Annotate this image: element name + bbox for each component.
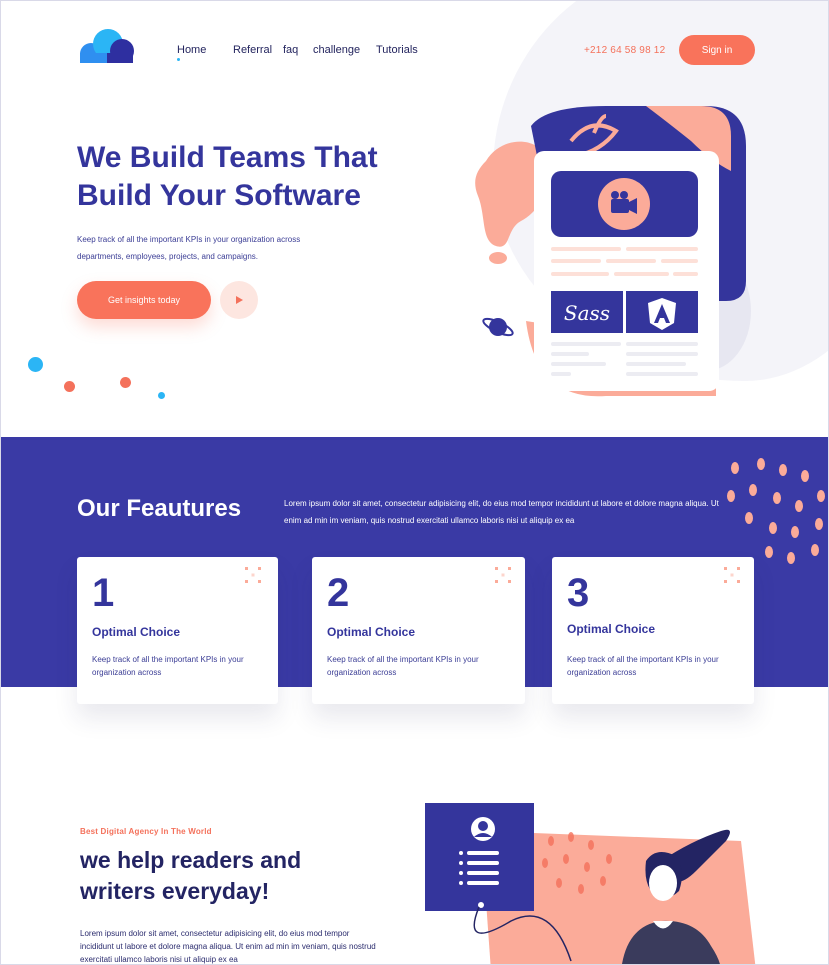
- main-nav: Home Referral faq challenge Tutorials: [177, 44, 418, 61]
- feature-card[interactable]: 1 Optimal Choice Keep track of all the i…: [77, 557, 278, 704]
- nav-faq[interactable]: faq: [283, 44, 313, 56]
- agency-eyebrow: Best Digital Agency In The World: [80, 827, 212, 836]
- decor-dot: [120, 377, 131, 388]
- feature-number: 1: [92, 571, 115, 615]
- decor-dot: [28, 357, 43, 372]
- play-video-button[interactable]: [220, 281, 258, 319]
- nav-challenge[interactable]: challenge: [313, 44, 376, 56]
- agency-illustration: [425, 803, 756, 964]
- hero-description: Keep track of all the important KPIs in …: [77, 235, 301, 261]
- feature-title: Optimal Choice: [92, 625, 181, 639]
- features-title: Our Feautures: [77, 495, 242, 522]
- nav-referral[interactable]: Referral: [233, 44, 283, 56]
- agency-description: Lorem ipsum dolor sit amet, consectetur …: [80, 929, 376, 964]
- play-icon: [236, 296, 243, 304]
- sass-logo-icon: Sass: [564, 301, 610, 325]
- agency-title: we help readers and writers everyday!: [80, 847, 302, 904]
- user-avatar-icon: [471, 817, 495, 841]
- feature-title: Optimal Choice: [327, 625, 416, 639]
- hero-title: We Build Teams That Build Your Software: [77, 141, 378, 212]
- decor-dot: [158, 392, 165, 399]
- feature-title: Optimal Choice: [567, 622, 656, 636]
- corner-dots-icon: [724, 567, 740, 583]
- feature-description: Keep track of all the important KPIs in …: [327, 655, 479, 677]
- nav-home[interactable]: Home: [177, 44, 233, 61]
- feature-description: Keep track of all the important KPIs in …: [92, 655, 244, 677]
- feature-description: Keep track of all the important KPIs in …: [567, 655, 719, 677]
- cloud-logo-icon[interactable]: [77, 29, 135, 65]
- corner-dots-icon: [245, 567, 261, 583]
- hero-illustration: Sass: [472, 106, 751, 397]
- feature-card[interactable]: 3 Optimal Choice Keep track of all the i…: [552, 557, 754, 704]
- get-insights-button[interactable]: Get insights today: [77, 281, 211, 319]
- feature-number: 2: [327, 571, 350, 615]
- nav-tutorials[interactable]: Tutorials: [376, 44, 418, 56]
- corner-dots-icon: [495, 567, 511, 583]
- feature-number: 3: [567, 571, 590, 615]
- sign-in-button[interactable]: Sign in: [679, 35, 755, 65]
- page: Home Referral faq challenge Tutorials +2…: [0, 0, 829, 965]
- features-description: Lorem ipsum dolor sit amet, consectetur …: [284, 499, 719, 525]
- phone-number[interactable]: +212 64 58 98 12: [584, 45, 665, 56]
- decor-dot: [64, 381, 75, 392]
- feature-card[interactable]: 2 Optimal Choice Keep track of all the i…: [312, 557, 525, 704]
